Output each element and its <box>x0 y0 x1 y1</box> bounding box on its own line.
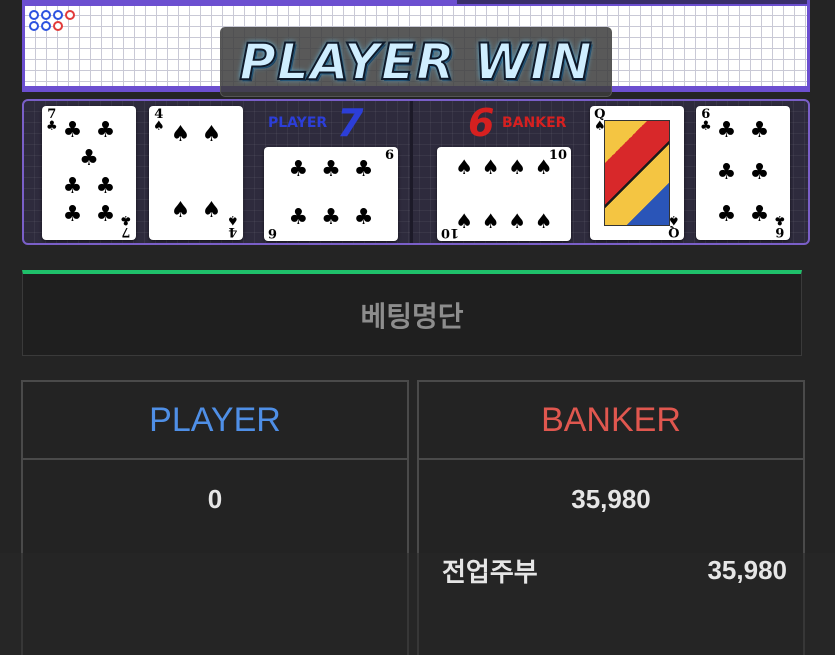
result-text: PLAYER WIN <box>238 32 593 92</box>
banker-card-2: Q ♠ Q ♠ <box>590 106 684 240</box>
bettor-amount: 35,980 <box>707 554 787 585</box>
banker-panel-header: BANKER <box>419 382 803 460</box>
banker-card-1: 10 ♠ ♠ ♠ ♠ ♠ ♠ ♠ ♠ 10 <box>437 147 571 241</box>
player-panel-header: PLAYER <box>23 382 407 460</box>
banker-dot-icon <box>65 10 75 20</box>
roadmap-dots <box>29 10 76 31</box>
roadmap-top-bar <box>457 0 807 4</box>
list-item: 전업주부 35,980 <box>442 553 787 587</box>
player-dot-icon <box>41 21 51 31</box>
player-total: 0 <box>207 484 223 514</box>
player-card-2: 4 ♠ ♠ ♠ ♠ ♠ 4 ♠ <box>149 106 243 240</box>
bettor-name: 전업주부 <box>442 556 538 587</box>
player-dot-icon <box>41 10 51 20</box>
player-dot-icon <box>53 10 63 20</box>
bet-list-title: 베팅명단 <box>360 299 464 333</box>
player-dot-icon <box>29 21 39 31</box>
player-card-1: 7 ♣ ♣ ♣ ♣ ♣ ♣ ♣ ♣ 7 ♣ <box>42 106 136 240</box>
player-card-3: 6 ♣ ♣ ♣ ♣ ♣ ♣ 6 <box>264 147 398 241</box>
banker-dot-icon <box>53 21 63 31</box>
queen-face-icon <box>604 120 670 226</box>
player-score: 7 <box>337 101 364 145</box>
banker-label: BANKER <box>502 115 567 131</box>
banker-total: 35,980 <box>571 484 651 514</box>
card-table: 7 ♣ ♣ ♣ ♣ ♣ ♣ ♣ ♣ 7 ♣ 4 ♠ ♠ ♠ ♠ ♠ 4 ♠ 6 ♣ ♣ ♣ ♣ ♣ ♣ 6 PLAY… <box>22 99 810 245</box>
result-banner: PLAYER WIN <box>220 27 612 97</box>
player-dot-icon <box>29 10 39 20</box>
player-label: PLAYER <box>268 115 328 131</box>
game-area: PLAYER WIN 7 ♣ ♣ ♣ ♣ ♣ ♣ ♣ ♣ 7 ♣ 4 ♠ ♠ ♠ ♠ ♠ 4 ♠ 6 ♣ ♣… <box>22 0 810 248</box>
banker-card-3: 6 ♣ ♣ ♣ ♣ ♣ ♣ ♣ 6 ♣ <box>696 106 790 240</box>
bet-list-header: 베팅명단 <box>22 270 802 356</box>
banker-score: 6 <box>468 101 495 145</box>
hand-divider <box>410 101 413 243</box>
